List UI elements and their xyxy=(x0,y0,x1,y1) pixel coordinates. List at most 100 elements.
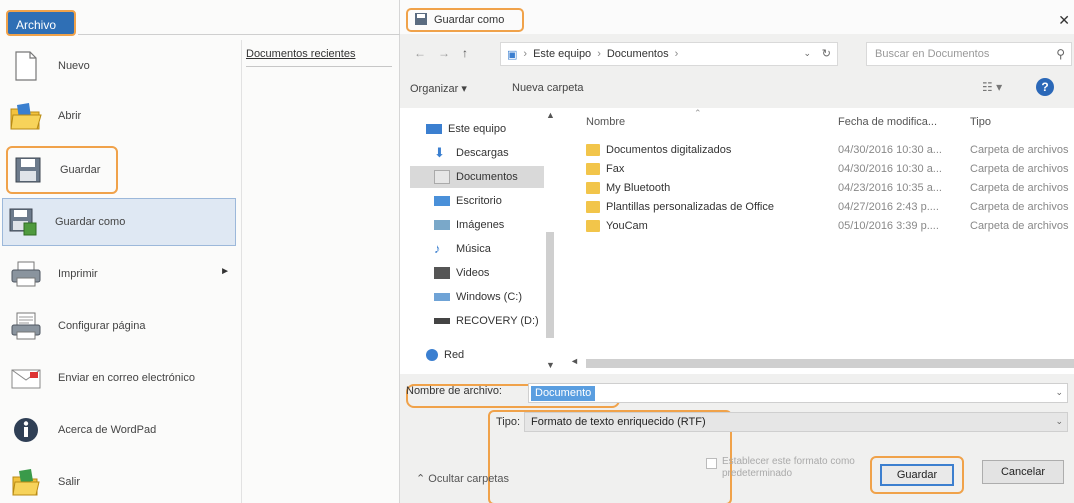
address-dropdown-icon[interactable]: ⌄ xyxy=(803,48,811,59)
folder-icon xyxy=(586,220,600,232)
file-row[interactable]: Plantillas personalizadas de Office 04/2… xyxy=(560,199,1074,217)
nav-item-red[interactable]: Red xyxy=(426,344,464,366)
scroll-left-icon[interactable]: ◄ xyxy=(570,356,579,366)
nav-label: RECOVERY (D:) xyxy=(456,315,539,327)
close-icon[interactable]: ✕ xyxy=(1058,12,1070,29)
menu-item-salir[interactable]: Salir xyxy=(6,458,240,503)
file-type-select[interactable]: Formato de texto enriquecido (RTF) ⌄ xyxy=(524,412,1068,432)
nav-item-documentos[interactable]: Documentos xyxy=(434,166,518,188)
column-header-type[interactable]: Tipo xyxy=(970,116,991,128)
file-type-label: Tipo: xyxy=(496,416,521,428)
menu-item-guardar[interactable]: Guardar xyxy=(6,146,118,194)
file-menu-panel: Archivo Nuevo Abrir Guardar Guardar como… xyxy=(0,0,400,503)
menu-label: Configurar página xyxy=(58,320,146,332)
menu-item-configurar-pagina[interactable]: Configurar página xyxy=(6,302,240,350)
nav-item-escritorio[interactable]: Escritorio xyxy=(434,190,502,212)
back-arrow-icon[interactable]: ← xyxy=(414,46,426,60)
menu-item-guardar-como[interactable]: Guardar como xyxy=(2,198,236,246)
save-button[interactable]: Guardar xyxy=(880,464,954,486)
hide-folders-toggle[interactable]: ⌃ Ocultar carpetas xyxy=(416,472,509,485)
help-icon[interactable]: ? xyxy=(1036,78,1054,96)
nav-item-musica[interactable]: ♪ Música xyxy=(434,238,491,260)
default-format-checkbox[interactable] xyxy=(706,458,717,469)
documents-icon xyxy=(434,170,450,184)
new-folder-button[interactable]: Nueva carpeta xyxy=(512,82,584,94)
file-date: 04/23/2016 10:35 a... xyxy=(838,182,942,194)
recent-documents-header: Documentos recientes xyxy=(246,48,356,60)
file-name: My Bluetooth xyxy=(606,182,671,194)
address-bar[interactable]: ▣ › Este equipo › Documentos › ⌄ ↻ xyxy=(500,42,838,66)
file-type: Carpeta de archivos xyxy=(970,182,1069,194)
breadcrumb-separator-icon: › xyxy=(523,48,528,60)
menu-label: Guardar xyxy=(60,164,101,176)
nav-scroll-thumb[interactable] xyxy=(546,232,554,338)
breadcrumb-documentos[interactable]: Documentos xyxy=(607,48,669,60)
horizontal-scrollbar[interactable]: ◄ xyxy=(570,356,1074,370)
submenu-arrow-icon: ► xyxy=(220,266,230,277)
folder-icon xyxy=(586,163,600,175)
column-header-date[interactable]: Fecha de modifica... xyxy=(838,116,937,128)
horizontal-scroll-thumb[interactable] xyxy=(586,359,1074,368)
menu-label: Enviar en correo electrónico xyxy=(58,372,195,384)
chevron-down-icon[interactable]: ⌄ xyxy=(1055,387,1063,398)
file-type: Carpeta de archivos xyxy=(970,163,1069,175)
nav-item-windows-c[interactable]: Windows (C:) xyxy=(434,286,522,308)
dialog-title-bar: Guardar como ✕ xyxy=(400,0,1074,34)
nav-item-recovery-d[interactable]: RECOVERY (D:) xyxy=(434,310,539,332)
nav-label: Windows (C:) xyxy=(456,291,523,303)
menu-item-imprimir[interactable]: Imprimir ► xyxy=(6,250,240,298)
menu-item-abrir[interactable]: Abrir xyxy=(6,92,240,140)
forward-arrow-icon[interactable]: → xyxy=(438,46,450,60)
exit-icon xyxy=(6,462,46,502)
menu-item-nuevo[interactable]: Nuevo xyxy=(6,42,240,90)
nav-label: Documentos xyxy=(456,171,518,183)
breadcrumb-este-equipo[interactable]: Este equipo xyxy=(533,48,591,60)
file-row[interactable]: Fax 04/30/2016 10:30 a... Carpeta de arc… xyxy=(560,161,1074,179)
nav-item-videos[interactable]: Videos xyxy=(434,262,489,284)
menu-item-acerca-de[interactable]: Acerca de WordPad xyxy=(6,406,240,454)
view-options-icon[interactable]: ☷ ▾ xyxy=(982,80,1002,94)
nav-scrollbar[interactable]: ▲ xyxy=(544,108,556,374)
open-folder-icon xyxy=(6,96,46,136)
chevron-down-icon[interactable]: ⌄ xyxy=(1055,416,1063,427)
column-header-name[interactable]: Nombre xyxy=(586,116,625,128)
nav-label: Imágenes xyxy=(456,219,505,231)
save-button-highlight: Guardar xyxy=(870,456,964,494)
file-row[interactable]: My Bluetooth 04/23/2016 10:35 a... Carpe… xyxy=(560,180,1074,198)
menu-item-enviar-correo[interactable]: Enviar en correo electrónico xyxy=(6,354,240,402)
file-row[interactable]: Documentos digitalizados 04/30/2016 10:3… xyxy=(560,142,1074,160)
cancel-button[interactable]: Cancelar xyxy=(982,460,1064,484)
recent-documents-panel: Documentos recientes xyxy=(241,40,399,503)
breadcrumb-separator-icon: › xyxy=(674,48,679,60)
file-date: 04/30/2016 10:30 a... xyxy=(838,163,942,175)
page-setup-icon xyxy=(6,306,46,346)
file-name: Plantillas personalizadas de Office xyxy=(606,201,774,213)
new-document-icon xyxy=(6,46,46,86)
nav-item-imagenes[interactable]: Imágenes xyxy=(434,214,504,236)
up-arrow-icon[interactable]: ↑ xyxy=(462,46,468,60)
file-name: Fax xyxy=(606,163,625,175)
archivo-tab[interactable]: Archivo xyxy=(6,10,76,36)
menu-label: Nuevo xyxy=(58,60,90,72)
organize-button[interactable]: Organizar ▾ xyxy=(410,82,467,95)
email-icon xyxy=(6,358,46,398)
music-icon: ♪ xyxy=(434,241,441,256)
menu-label: Abrir xyxy=(58,110,82,122)
hide-folders-label: Ocultar carpetas xyxy=(428,473,509,485)
save-as-icon xyxy=(414,12,428,29)
scroll-down-icon[interactable]: ▼ xyxy=(546,360,555,370)
refresh-icon[interactable]: ↻ xyxy=(822,47,831,60)
file-row[interactable]: YouCam 05/10/2016 3:39 p.... Carpeta de … xyxy=(560,218,1074,236)
search-icon: ⚲ xyxy=(1056,47,1065,61)
nav-item-este-equipo[interactable]: Este equipo xyxy=(426,118,506,140)
scroll-up-icon[interactable]: ▲ xyxy=(546,110,555,120)
nav-item-descargas[interactable]: ⬇ Descargas xyxy=(434,142,509,164)
pictures-icon xyxy=(434,220,450,230)
file-type-row: Tipo: Formato de texto enriquecido (RTF)… xyxy=(400,408,1074,503)
folder-icon xyxy=(586,182,600,194)
file-type-value: Formato de texto enriquecido (RTF) xyxy=(531,416,706,428)
search-input[interactable]: Buscar en Documentos ⚲ xyxy=(866,42,1072,66)
filename-input[interactable]: Documento ⌄ xyxy=(528,383,1068,403)
dialog-toolbar: Organizar ▾ Nueva carpeta ☷ ▾ ? xyxy=(400,76,1074,104)
nav-label: Este equipo xyxy=(448,123,507,135)
